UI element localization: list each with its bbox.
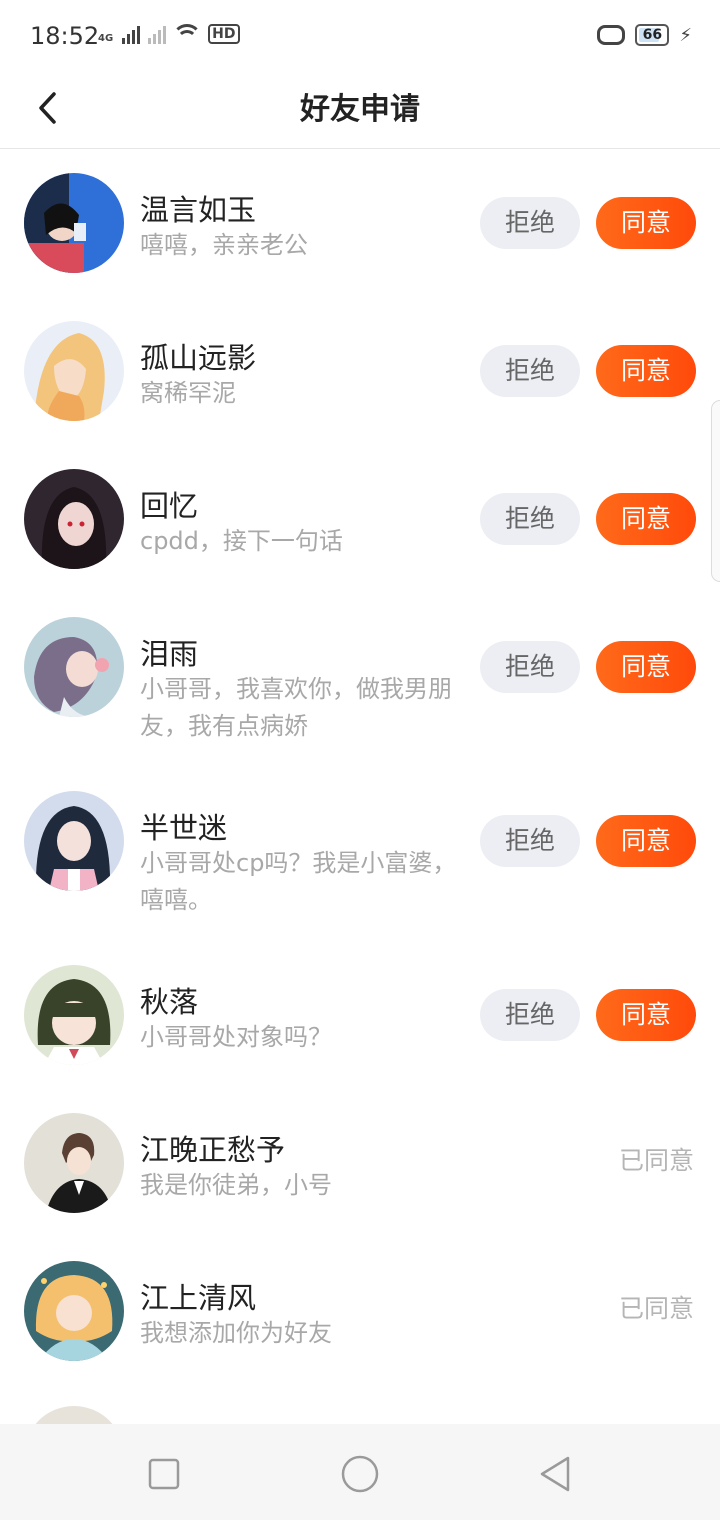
request-name: 孤山远影 [140,341,257,375]
battery-icon: 66 [635,24,670,46]
avatar[interactable] [24,617,124,717]
signal-2-icon [148,24,167,44]
header: 好友申请 [0,72,720,149]
list-item: 泪雨 小哥哥，我喜欢你，做我男朋友，我有点病娇 拒绝 同意 [0,593,720,767]
request-name: 秋落 [140,985,199,1019]
friend-request-list: 温言如玉 嘻嘻，亲亲老公 拒绝 同意 孤山远影 窝稀罕泥 拒绝 同意 回忆 cp… [0,149,720,1385]
accept-button[interactable]: 同意 [596,197,696,249]
accept-button[interactable]: 同意 [596,493,696,545]
navigation-bar [0,1424,720,1520]
request-message: 窝稀罕泥 [140,379,236,407]
wifi-icon [172,24,203,44]
request-message: cpdd，接下一句话 [140,527,343,555]
avatar[interactable] [24,791,124,891]
reject-button[interactable]: 拒绝 [480,345,580,397]
list-item: 半世迷 小哥哥处cp吗？我是小富婆，嘻嘻。 拒绝 同意 [0,767,720,941]
request-message: 小哥哥处对象吗？ [140,1023,332,1051]
list-item: 江上清风 我想添加你为好友 已同意 [0,1237,720,1385]
list-item: 温言如玉 嘻嘻，亲亲老公 拒绝 同意 [0,149,720,297]
accept-button[interactable]: 同意 [596,989,696,1041]
reject-button[interactable]: 拒绝 [480,197,580,249]
status-time: 18:52 [30,22,100,50]
scroll-handle[interactable] [711,400,720,582]
list-item: 秋落 小哥哥处对象吗？ 拒绝 同意 [0,941,720,1089]
request-message: 小哥哥，我喜欢你，做我男朋友，我有点病娇 [140,675,452,740]
list-item: 江晚正愁予 我是你徒弟，小号 已同意 [0,1089,720,1237]
request-name: 半世迷 [140,811,228,845]
reject-button[interactable]: 拒绝 [480,641,580,693]
reject-button[interactable]: 拒绝 [480,815,580,867]
status-bar: 18:52 4G HD 66 ⚡ [0,0,720,72]
recent-apps-button[interactable] [144,1454,184,1494]
avatar[interactable] [24,1113,124,1213]
request-message: 我是你徒弟，小号 [140,1171,332,1199]
accept-button[interactable]: 同意 [596,815,696,867]
status-icons: 4G HD [98,24,240,44]
game-mode-icon [597,25,626,45]
reject-button[interactable]: 拒绝 [480,989,580,1041]
request-name: 泪雨 [140,637,199,671]
status-right: 66 ⚡ [597,24,692,46]
list-item: 孤山远影 窝稀罕泥 拒绝 同意 [0,297,720,445]
reject-button[interactable]: 拒绝 [480,493,580,545]
network-type: 4G [98,33,114,44]
avatar[interactable] [24,469,124,569]
list-item: 回忆 cpdd，接下一句话 拒绝 同意 [0,445,720,593]
request-name: 江晚正愁予 [140,1133,286,1167]
avatar[interactable] [24,1261,124,1361]
battery-level: 66 [642,27,663,43]
hd-icon: HD [208,24,240,44]
triangle-back-icon [540,1456,570,1492]
request-name: 江上清风 [140,1281,257,1315]
request-name: 回忆 [140,489,199,523]
request-message: 小哥哥处cp吗？我是小富婆，嘻嘻。 [140,849,457,914]
home-button[interactable] [340,1454,380,1494]
nav-back-button[interactable] [536,1454,576,1494]
accept-button[interactable]: 同意 [596,641,696,693]
avatar[interactable] [24,965,124,1065]
accepted-status: 已同意 [618,1294,694,1323]
request-name: 温言如玉 [140,193,257,227]
circle-icon [341,1455,379,1493]
page-title: 好友申请 [300,92,420,127]
avatar[interactable] [24,173,124,273]
accepted-status: 已同意 [618,1146,694,1175]
charging-icon: ⚡ [679,24,692,46]
avatar[interactable] [24,321,124,421]
square-icon [148,1458,180,1490]
request-message: 嘻嘻，亲亲老公 [140,231,308,259]
accept-button[interactable]: 同意 [596,345,696,397]
signal-icon [122,24,141,44]
request-message: 我想添加你为好友 [140,1319,332,1347]
